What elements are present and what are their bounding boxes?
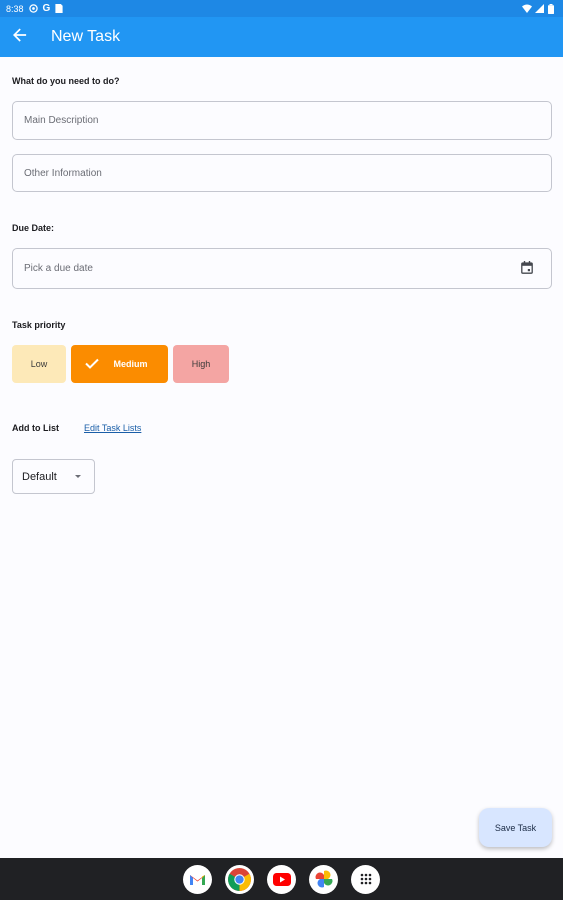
priority-chip-label: Medium (113, 359, 148, 369)
app-dock (0, 858, 563, 900)
status-bar: 8:38 G (0, 0, 563, 17)
priority-chip-medium[interactable]: Medium (71, 345, 168, 383)
arrow-back-icon (13, 27, 27, 47)
gmail-icon[interactable] (183, 864, 212, 894)
status-time: 8:38 (6, 3, 24, 14)
chrome-icon[interactable] (225, 864, 254, 894)
priority-chip-label: High (191, 359, 211, 369)
save-task-label: Save Task (494, 822, 537, 833)
youtube-icon[interactable] (267, 864, 296, 894)
app-drawer-icon[interactable] (351, 864, 380, 894)
what-label: What do you need to do? (12, 76, 120, 86)
priority-chip-label: Low (30, 359, 48, 369)
due-date-label: Due Date: (12, 223, 55, 233)
check-icon (85, 358, 100, 371)
due-date-input[interactable]: Pick a due date (12, 248, 552, 289)
priority-chip-low[interactable]: Low (12, 345, 66, 383)
due-date-placeholder: Pick a due date (24, 263, 93, 274)
wifi-icon (522, 4, 532, 13)
back-button[interactable] (0, 17, 40, 57)
edit-task-lists-link[interactable]: Edit Task Lists (84, 423, 141, 433)
task-list-selected: Default (22, 470, 57, 483)
priority-label: Task priority (12, 320, 66, 330)
dropdown-arrow-icon (75, 475, 81, 478)
battery-icon (548, 4, 557, 14)
priority-chip-high[interactable]: High (173, 345, 229, 383)
main-description-placeholder: Main Description (24, 115, 99, 126)
save-task-button[interactable]: Save Task (479, 808, 552, 847)
app-bar: New Task (0, 17, 563, 57)
other-information-placeholder: Other Information (24, 167, 102, 179)
page-title: New Task (51, 28, 121, 45)
calendar-icon[interactable] (521, 260, 533, 277)
sync-icon (28, 4, 38, 13)
cell-signal-icon (535, 4, 544, 13)
other-information-input[interactable]: Other Information (12, 154, 552, 192)
sim-card-icon (55, 4, 64, 13)
task-list-dropdown[interactable]: Default (12, 459, 95, 494)
main-description-input[interactable]: Main Description (12, 101, 552, 140)
photos-icon[interactable] (309, 864, 338, 894)
add-to-list-label: Add to List (12, 423, 59, 433)
google-icon: G (42, 3, 51, 14)
